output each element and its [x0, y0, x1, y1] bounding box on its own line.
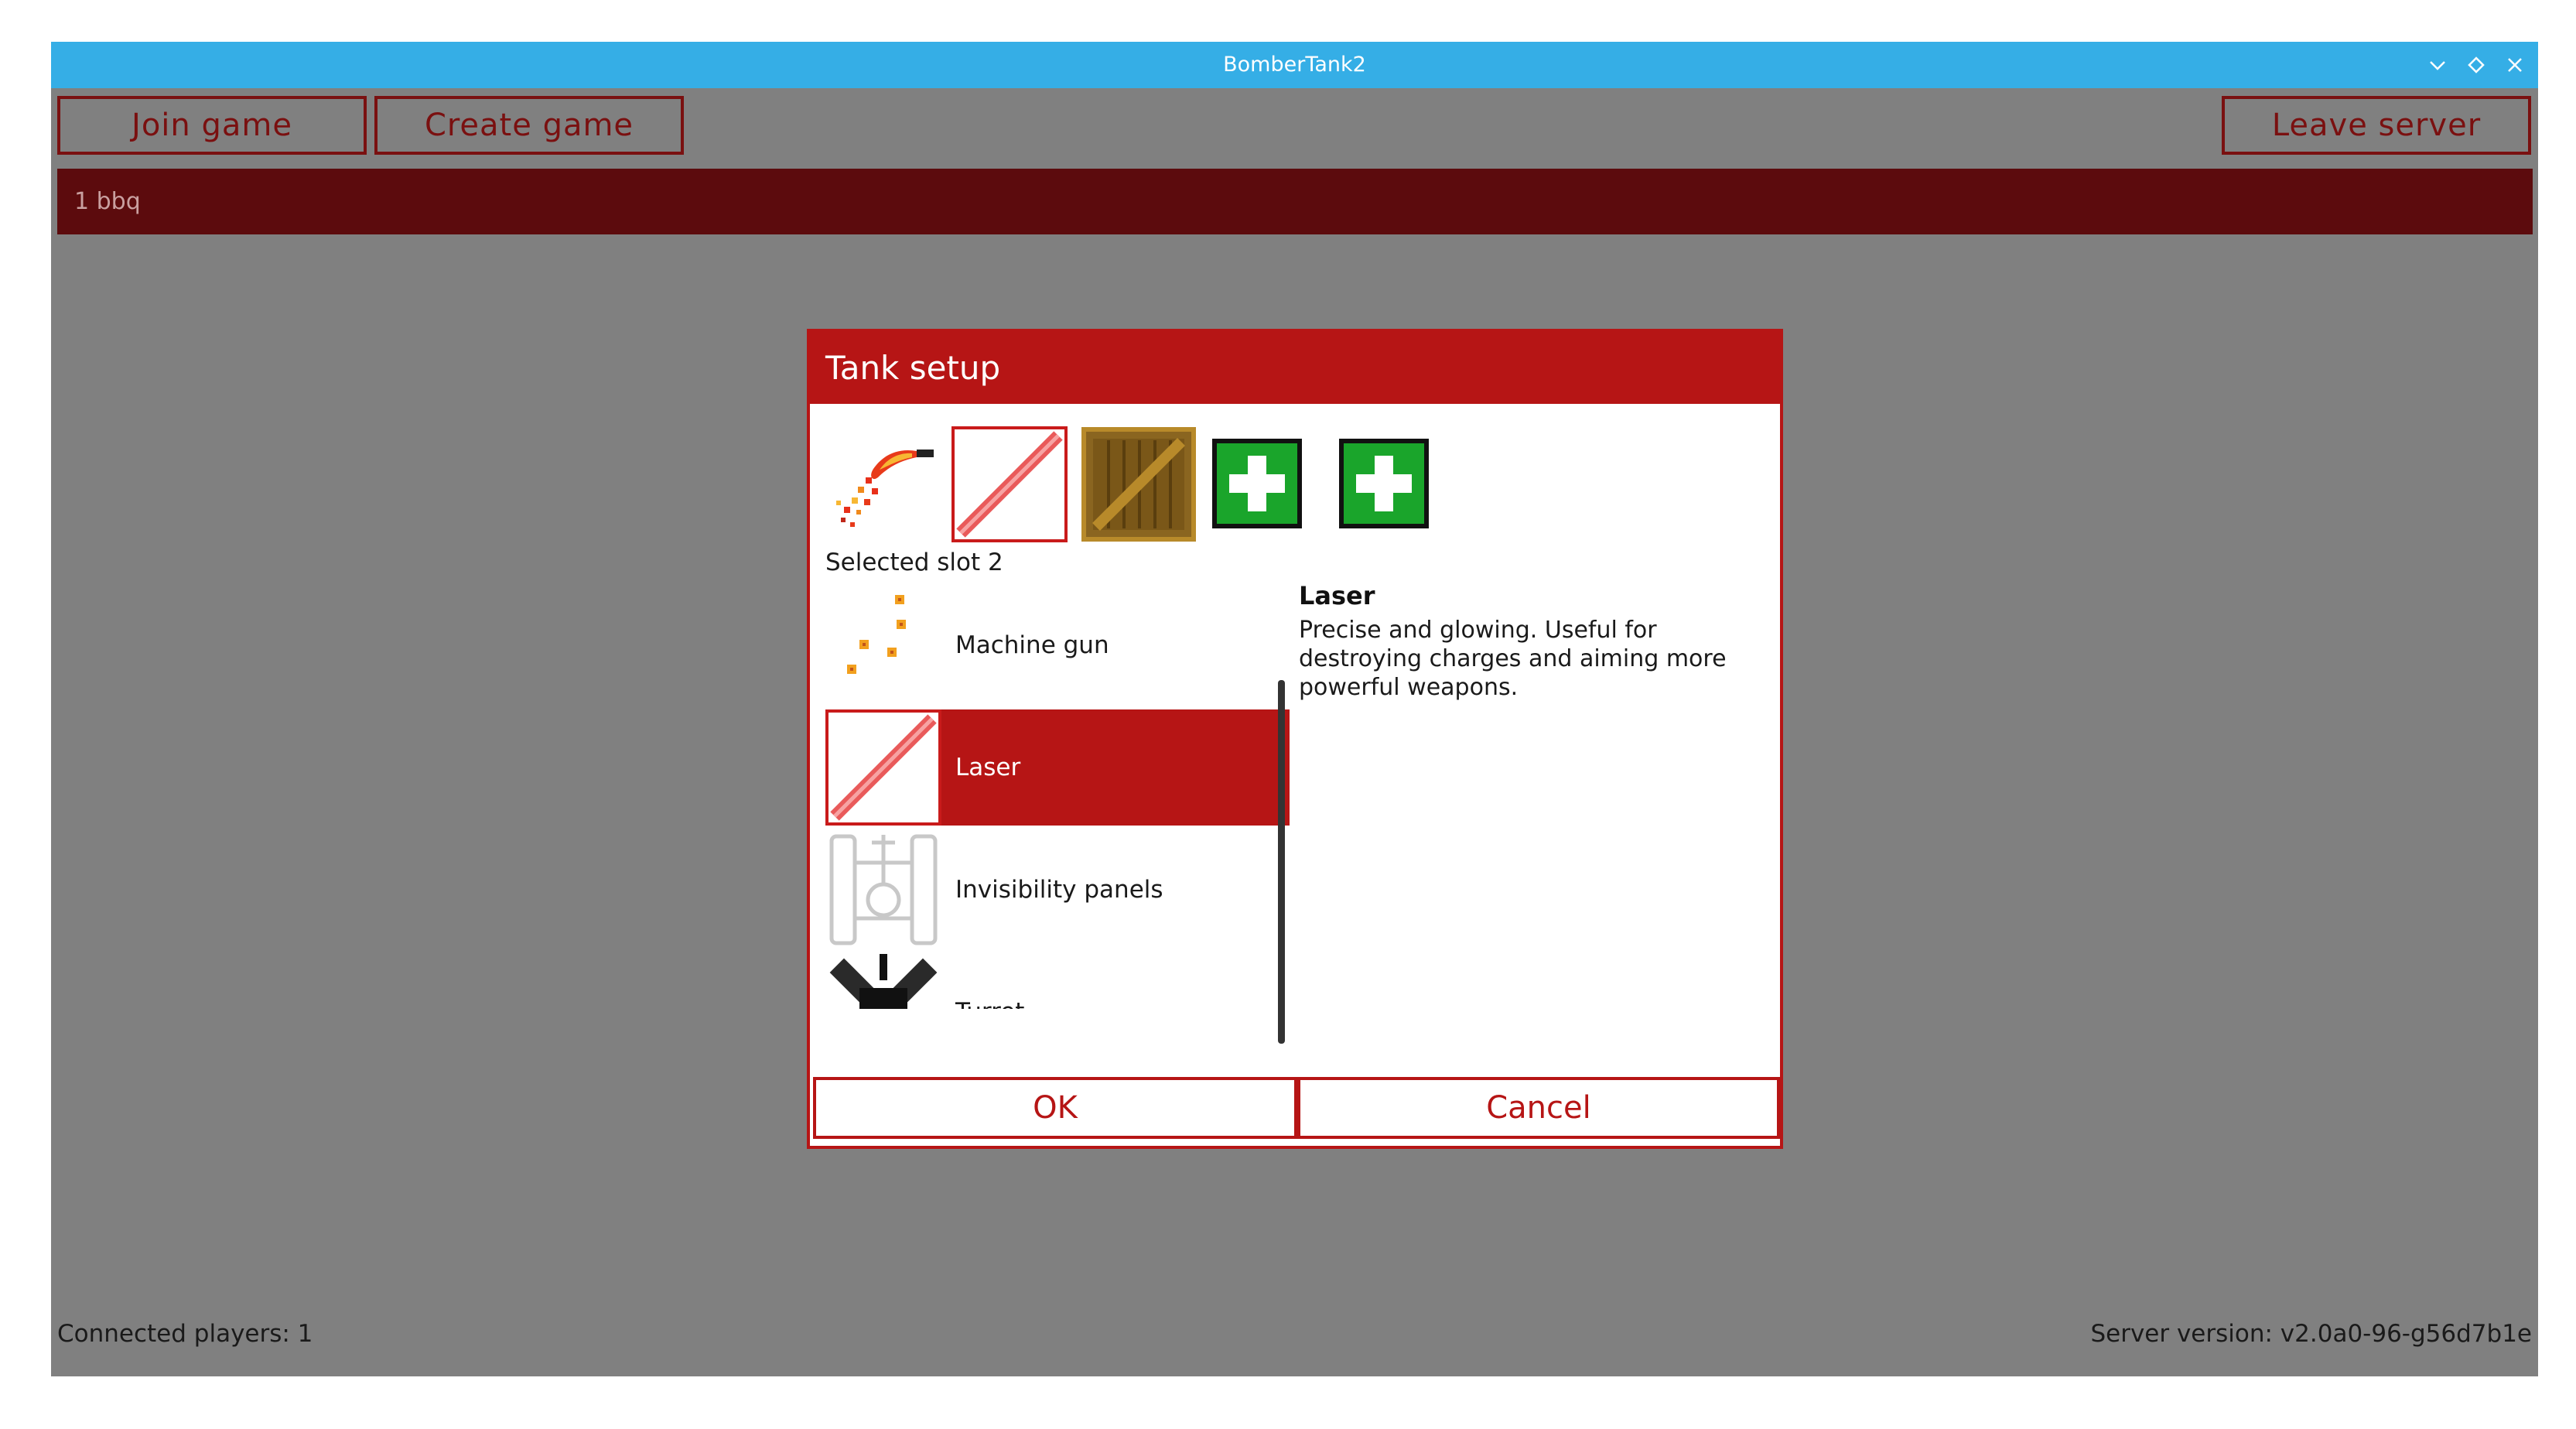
game-list: 1 bbq	[57, 169, 2533, 234]
join-game-button[interactable]: Join game	[57, 96, 367, 155]
weapon-item-label: Laser	[955, 754, 1021, 781]
create-game-button[interactable]: Create game	[374, 96, 684, 155]
weapon-list-scrollbar[interactable]	[1278, 680, 1285, 1044]
weapon-item-invisibility-panels[interactable]: Invisibility panels	[825, 832, 1290, 948]
slot-5-health[interactable]	[1339, 439, 1429, 528]
invisibility-panels-icon	[825, 832, 941, 948]
server-version-status: Server version: v2.0a0-96-g56d7b1e	[2090, 1320, 2532, 1348]
connected-players-status: Connected players: 1	[57, 1320, 313, 1348]
weapon-description-title: Laser	[1299, 581, 1375, 610]
window-title: BomberTank2	[1223, 53, 1366, 77]
weapon-list: Machine gun Laser Invisibility panels	[825, 587, 1290, 1009]
turret-icon	[825, 954, 941, 1009]
crate-icon	[1081, 427, 1196, 542]
tank-setup-dialog: Tank setup Selected slot 2 Machine gun L…	[807, 329, 1783, 1149]
laser-icon	[956, 431, 1063, 538]
game-name: 1 bbq	[74, 188, 141, 215]
slot-3-crate[interactable]	[1081, 426, 1197, 542]
weapon-description-text: Precise and glowing. Useful for destroyi…	[1299, 617, 1727, 701]
health-plus-icon	[1339, 439, 1429, 528]
maximize-icon[interactable]	[2462, 51, 2490, 79]
leave-server-button[interactable]: Leave server	[2222, 96, 2531, 155]
cancel-button[interactable]: Cancel	[1297, 1077, 1780, 1139]
selected-slot-label: Selected slot 2	[825, 549, 1003, 576]
dialog-title: Tank setup	[825, 349, 1001, 387]
title-bar: BomberTank2	[51, 42, 2538, 88]
ok-button[interactable]: OK	[813, 1077, 1297, 1139]
laser-icon	[825, 709, 941, 826]
minimize-icon[interactable]	[2424, 51, 2451, 79]
weapon-item-laser[interactable]: Laser	[825, 709, 1290, 826]
weapon-item-label: Machine gun	[955, 631, 1109, 659]
slot-2-laser[interactable]	[951, 426, 1068, 542]
weapon-item-label: Turret	[955, 954, 1024, 1009]
health-plus-icon	[1212, 439, 1302, 528]
weapon-item-machine-gun[interactable]: Machine gun	[825, 587, 1290, 703]
game-list-item[interactable]: 1 bbq	[57, 169, 2533, 234]
dialog-header: Tank setup	[810, 332, 1780, 404]
slot-4-health[interactable]	[1212, 439, 1302, 528]
machine-gun-icon	[825, 587, 941, 703]
weapon-item-turret[interactable]: Turret	[825, 954, 1290, 1009]
flame-icon	[836, 450, 934, 527]
weapon-item-label: Invisibility panels	[955, 876, 1163, 904]
close-icon[interactable]	[2501, 51, 2529, 79]
slot-1-flame[interactable]	[825, 426, 941, 542]
